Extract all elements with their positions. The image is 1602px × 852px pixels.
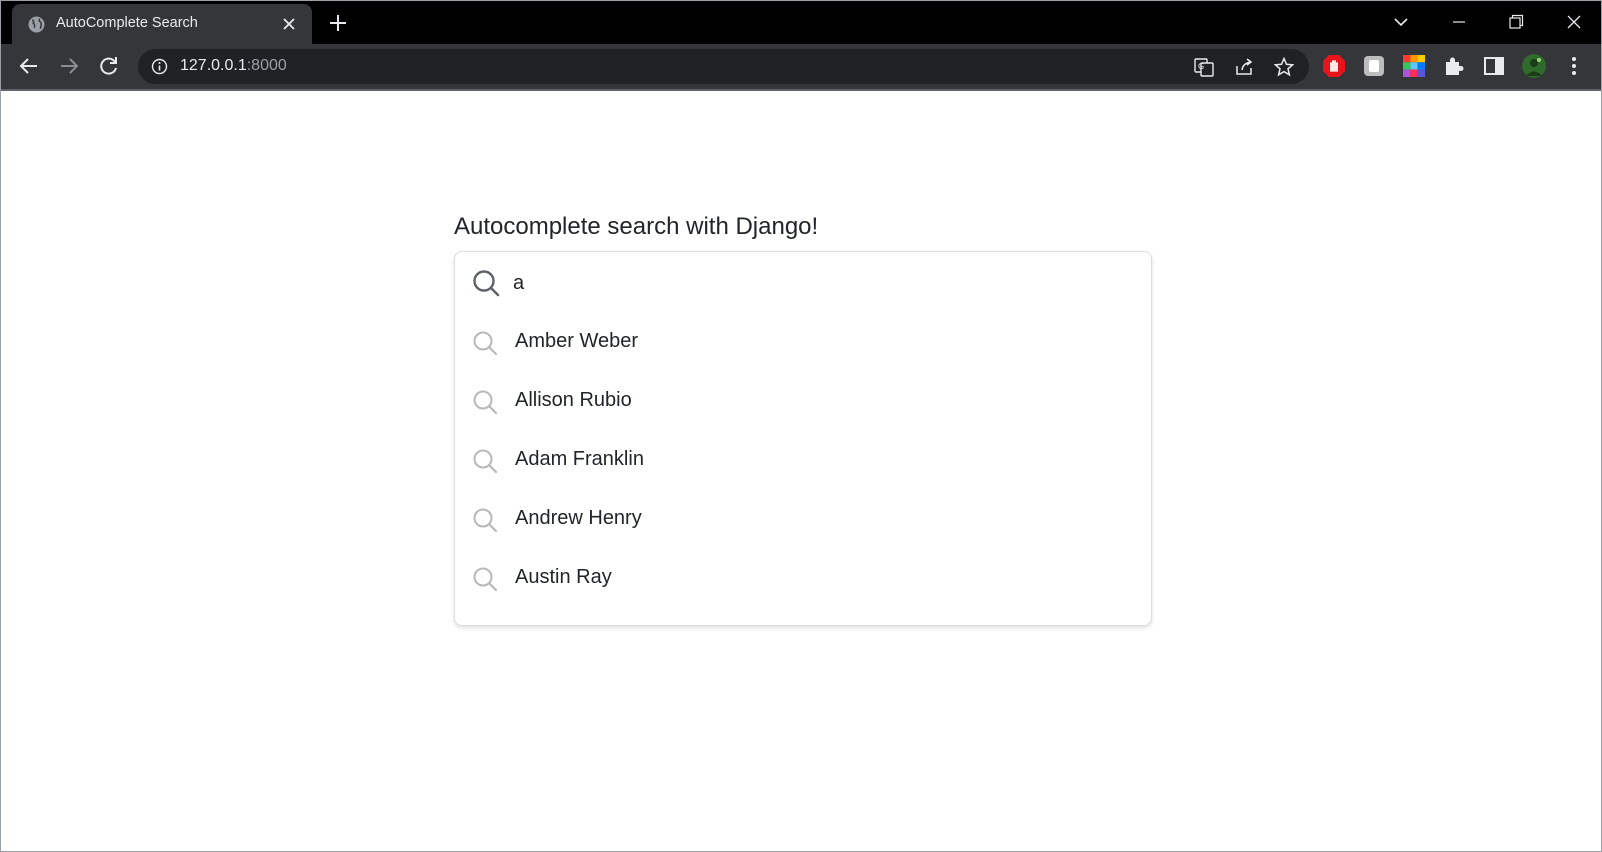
suggestion-label: Austin Ray — [515, 566, 612, 588]
svg-text:G: G — [1198, 62, 1204, 71]
url-port: :8000 — [246, 57, 287, 74]
url-host: 127.0.0.1 — [180, 57, 247, 74]
forward-arrow-icon[interactable] — [56, 53, 82, 79]
close-window-icon[interactable] — [1560, 9, 1588, 35]
search-icon — [473, 567, 498, 592]
new-tab-icon[interactable] — [327, 12, 349, 34]
suggestion-item[interactable]: Adam Franklin — [455, 430, 1151, 490]
color-palette-icon[interactable] — [1402, 54, 1426, 78]
suggestion-label: Andrew Henry — [515, 507, 642, 529]
search-input[interactable] — [513, 268, 1113, 298]
tab-search-icon[interactable] — [1387, 9, 1415, 35]
profile-avatar[interactable] — [1522, 54, 1546, 78]
browser-window: AutoComplete Search 127.0.0.1:8000 G Aut… — [0, 0, 1602, 852]
suggestion-item[interactable]: Austin Ray — [455, 548, 1151, 608]
suggestion-item[interactable]: Allison Rubio — [455, 371, 1151, 431]
search-icon — [473, 270, 500, 297]
adblock-hand-icon[interactable] — [1322, 54, 1346, 78]
suggestion-label: Adam Franklin — [515, 448, 644, 470]
address-bar[interactable]: 127.0.0.1:8000 G — [138, 49, 1309, 84]
autocomplete-box: Amber Weber Allison Rubio Adam Franklin — [454, 251, 1152, 626]
suggestion-label: Amber Weber — [515, 330, 639, 352]
extension-icon[interactable] — [1362, 54, 1386, 78]
search-icon — [473, 390, 498, 415]
search-icon — [473, 331, 498, 356]
side-panel-icon[interactable] — [1482, 54, 1506, 78]
bookmark-star-icon[interactable] — [1273, 56, 1295, 78]
kebab-menu-icon[interactable] — [1562, 54, 1586, 78]
search-icon — [473, 508, 498, 533]
search-row — [455, 252, 1151, 312]
suggestion-item[interactable]: Andrew Henry — [455, 489, 1151, 549]
suggestion-label: Allison Rubio — [515, 389, 632, 411]
back-arrow-icon[interactable] — [16, 53, 42, 79]
search-icon — [473, 449, 498, 474]
tab-title: AutoComplete Search — [56, 15, 198, 31]
suggestion-item[interactable]: Amber Weber — [455, 312, 1151, 372]
translate-icon[interactable]: G — [1193, 56, 1215, 78]
tab-strip: AutoComplete Search — [1, 1, 1601, 44]
browser-toolbar: 127.0.0.1:8000 G — [1, 44, 1601, 89]
share-icon[interactable] — [1233, 56, 1255, 78]
reload-icon[interactable] — [96, 53, 122, 79]
url-text: 127.0.0.1:8000 — [180, 57, 287, 75]
globe-icon — [28, 16, 45, 33]
puzzle-icon[interactable] — [1442, 54, 1466, 78]
site-info-icon[interactable] — [151, 58, 168, 75]
page-content: Autocomplete search with Django! Amber W… — [1, 91, 1601, 851]
close-tab-icon[interactable] — [278, 13, 300, 35]
page-title: Autocomplete search with Django! — [454, 213, 819, 240]
minimize-icon[interactable] — [1445, 9, 1473, 35]
restore-icon[interactable] — [1502, 9, 1530, 35]
browser-tab[interactable]: AutoComplete Search — [12, 4, 312, 44]
